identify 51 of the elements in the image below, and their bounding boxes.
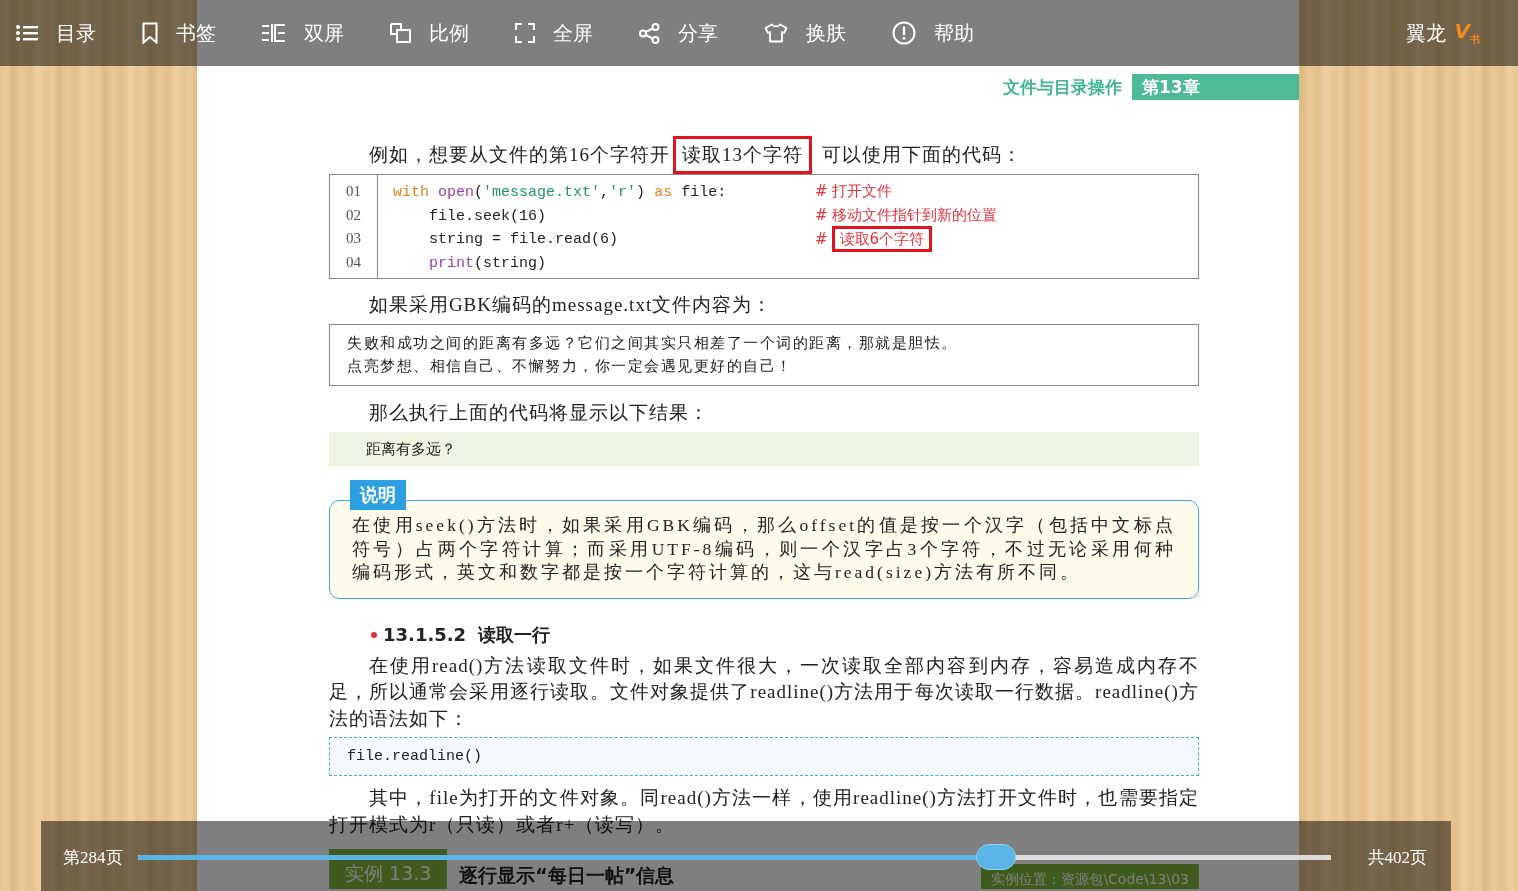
line-number: 03 — [346, 230, 361, 248]
fullscreen-button[interactable]: 全屏 — [515, 19, 593, 47]
bookmark-icon — [142, 22, 158, 44]
share-icon — [639, 22, 660, 44]
section-title: 读取一行 — [478, 622, 551, 647]
output-text: 距离有多远？ — [366, 439, 456, 459]
bullet-icon — [371, 631, 377, 638]
annotation-box: 读取6个字符 — [831, 225, 933, 252]
section-name: 文件与目录操作 — [1003, 75, 1122, 99]
code-line: print(string) — [428, 254, 547, 272]
example-location: 实例位置：资源包\Code\13\03 — [981, 864, 1199, 889]
paragraph-text: 如果采用GBK编码的message.txt文件内容为： — [367, 293, 774, 317]
line-number: 02 — [346, 206, 361, 224]
paragraph-text: 例如，想要从文件的第16个字符开 — [369, 143, 670, 167]
code-comment: # 打开文件 — [815, 182, 893, 202]
code-comment: # — [815, 229, 828, 248]
example-title: 逐行显示“每日一帖”信息 — [459, 863, 675, 888]
code-line: file.seek(16) — [428, 207, 547, 225]
user-name: 翼龙 — [1405, 19, 1446, 47]
code-line: string = file.read(6) — [428, 231, 619, 249]
text-line: 失败和成功之间的距离有多远？它们之间其实只相差了一个词的距离，那就是胆怯。 — [347, 333, 959, 353]
paragraph-text: 那么执行上面的代码将显示以下结果： — [367, 400, 710, 425]
list-icon — [16, 24, 38, 42]
theme-button[interactable]: 换肤 — [764, 19, 846, 47]
zoom-button[interactable]: 比例 — [390, 19, 469, 47]
section-number: 13.1.5.2 — [383, 624, 467, 645]
current-page: 第284页 — [63, 846, 123, 869]
exclamation-circle-icon — [892, 21, 916, 45]
note-text: 在使用seek()方法时，如果采用GBK编码，那么offset的值是按一个汉字（包括中文标点符号）占两个字符计算；而采用UTF-8编码，则一个汉字占3个字符，不过无论采用何种编码形式，英文和数字都是按一个字符计算的，这与read(size)方法有所不同。 — [352, 514, 1176, 584]
share-button[interactable]: 分享 — [639, 19, 718, 47]
help-button[interactable]: 帮助 — [892, 19, 974, 47]
chapter-label: 第13章 — [1132, 74, 1299, 100]
code-line: with open('message.txt','r') as file: — [393, 184, 727, 202]
code-comment: # 移动文件指针到新的位置 — [815, 205, 998, 225]
total-pages: 共402页 — [1367, 846, 1427, 869]
two-column-icon — [262, 23, 286, 43]
dual-page-button[interactable]: 双屏 — [262, 19, 344, 47]
line-number: 01 — [346, 183, 361, 201]
bookmark-button[interactable]: 书签 — [142, 19, 216, 47]
paragraph-text: 可以使用下面的代码： — [822, 143, 1022, 167]
annotation-box: 读取13个字符 — [673, 136, 812, 174]
note-label: 说明 — [350, 480, 406, 510]
squares-icon — [390, 23, 411, 43]
line-number: 04 — [346, 253, 361, 271]
paragraph-text: 在使用read()方法读取文件时，如果文件很大，一次读取全部内容到内存，容易造成内存不足，所以通常会采用逐行读取。文件对象提供了readline()方法用于每次读取一行数据。readline()方法的语法如下： — [329, 653, 1199, 731]
contents-button[interactable]: 目录 — [16, 19, 96, 47]
fullscreen-icon — [515, 23, 535, 43]
app-logo: V$_{书}$ — [1454, 19, 1480, 47]
shirt-icon — [764, 23, 788, 43]
text-line: 点亮梦想、相信自己、不懈努力，你一定会遇见更好的自己！ — [347, 356, 794, 376]
code-line: file.readline() — [347, 748, 483, 765]
